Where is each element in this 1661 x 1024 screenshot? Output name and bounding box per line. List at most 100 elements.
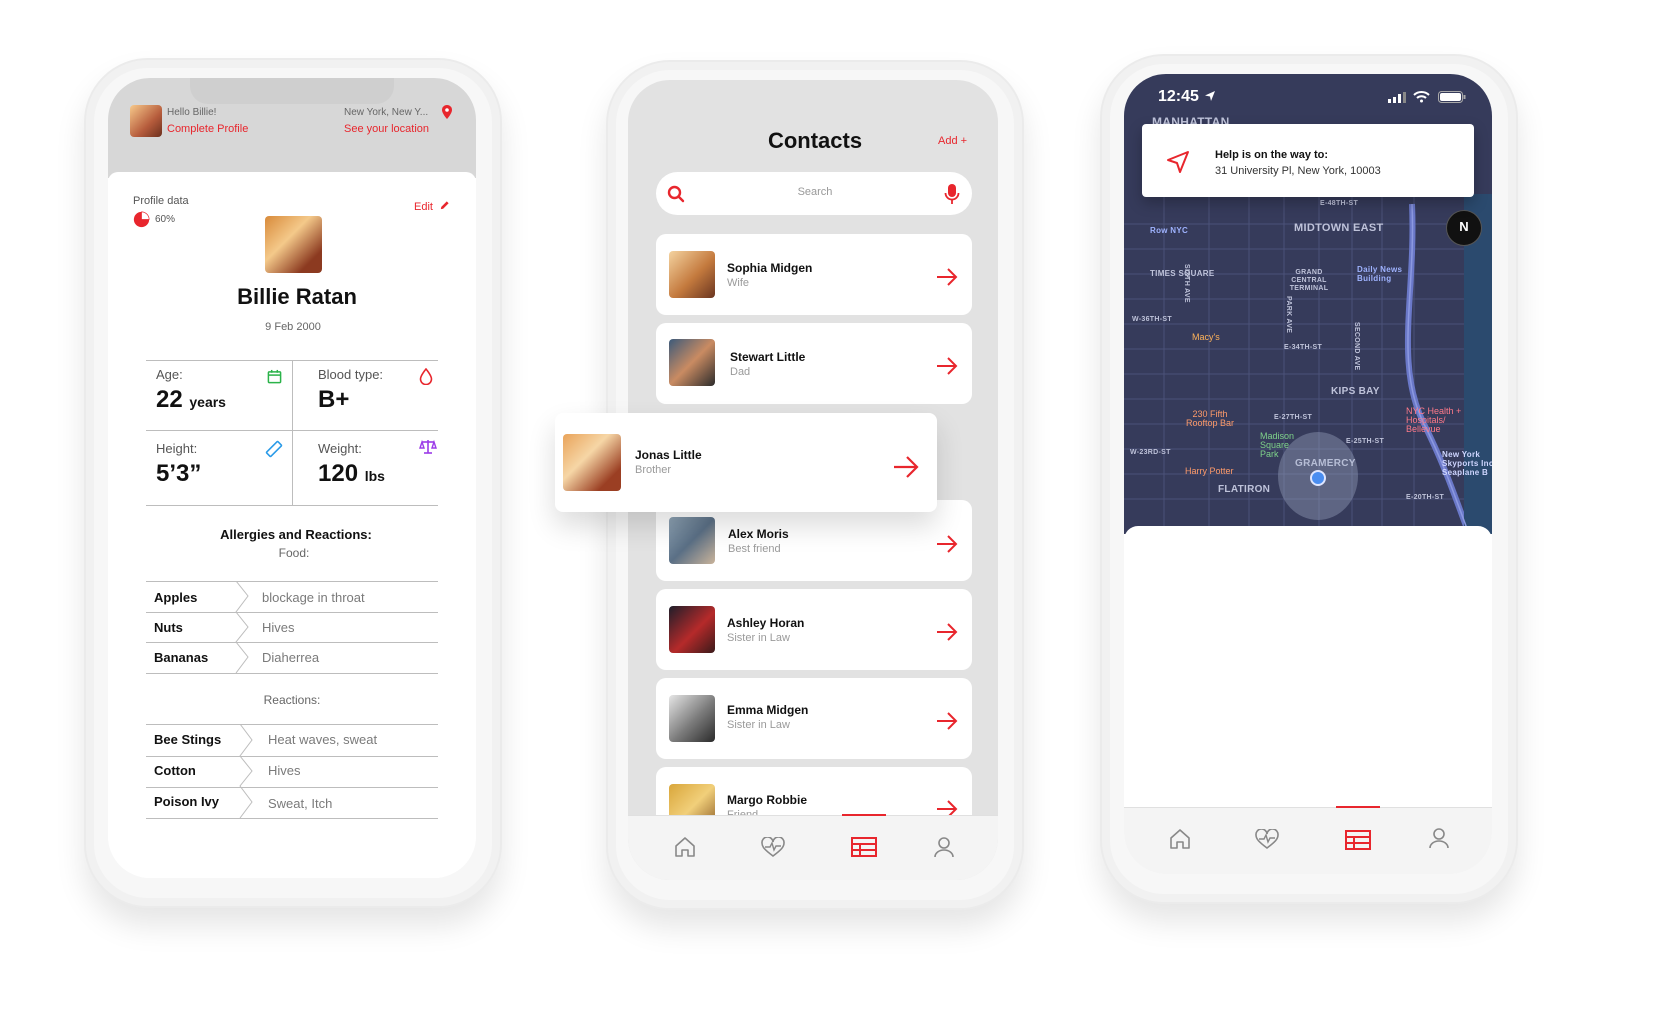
map-label-daily-news: Daily News Building [1357, 265, 1403, 283]
pencil-icon[interactable] [439, 200, 450, 211]
food-item-2: Bananas [154, 650, 209, 665]
contact-relation-1: Dad [730, 366, 751, 378]
location-arrow-icon [1205, 91, 1215, 101]
food-reaction-0: blockage in throat [262, 590, 365, 605]
user-avatar[interactable] [130, 105, 162, 137]
map-label-flatiron: FLATIRON [1218, 484, 1271, 495]
table-icon[interactable] [1345, 830, 1371, 850]
location-pin-icon[interactable] [441, 105, 453, 119]
add-contact-button[interactable]: Add + [938, 135, 967, 147]
location-text: New York, New Y... [344, 107, 429, 118]
height-value: 5’3” [156, 460, 202, 487]
age-label: Age: [156, 367, 183, 382]
reaction-value-2: Sweat, Itch [268, 796, 333, 811]
food-line-2 [146, 642, 438, 643]
user-icon[interactable] [934, 836, 954, 858]
contact-name-0: Sophia Midgen [727, 261, 813, 275]
calendar-icon [267, 369, 282, 384]
map-label-e34: E-34TH-ST [1284, 344, 1323, 351]
contact-relation-2: Brother [635, 464, 672, 476]
arrow-right-icon[interactable] [936, 357, 958, 375]
weight-number: 120 [318, 460, 359, 487]
complete-profile-link[interactable]: Complete Profile [167, 123, 248, 135]
map-label-park-ave: PARK AVE [1285, 296, 1292, 334]
notch [190, 78, 394, 104]
map-label-macys: Macy's [1192, 332, 1220, 342]
contact-relation-0: Wife [727, 277, 749, 289]
ruler-icon [265, 440, 283, 458]
food-item-0: Apples [154, 590, 198, 605]
contact-avatar-3 [669, 517, 715, 564]
age-number: 22 [156, 386, 183, 413]
food-line-0 [146, 581, 438, 582]
user-icon[interactable] [1429, 827, 1449, 849]
reaction-item-1: Cotton [154, 763, 196, 778]
reaction-line-2 [146, 787, 438, 788]
home-icon[interactable] [1169, 828, 1191, 850]
edit-button[interactable]: Edit [414, 201, 433, 213]
arrow-right-icon[interactable] [936, 623, 958, 641]
age-unit: years [189, 394, 226, 410]
arrow-right-icon[interactable] [936, 712, 958, 730]
map-label-rooftop: 230 Fifth Rooftop Bar [1185, 409, 1235, 428]
map-label-kips-bay: KIPS BAY [1331, 386, 1380, 397]
microphone-icon[interactable] [944, 183, 960, 205]
map-label-harry-potter: Harry Potter [1185, 466, 1234, 476]
progress-percent: 60% [155, 214, 176, 225]
map-label-e20: E-20TH-ST [1406, 494, 1445, 501]
map-label-second-ave: SECOND AVE [1353, 322, 1360, 371]
blood-value: B+ [318, 386, 350, 413]
map-label-grand-central: GRAND CENTRAL TERMINAL [1289, 269, 1329, 292]
food-line-3 [146, 673, 438, 674]
map-label-w23: W-23RD-ST [1130, 449, 1171, 456]
contact-name-2: Jonas Little [635, 448, 702, 462]
food-line-1 [146, 612, 438, 613]
contact-avatar-0 [669, 251, 715, 298]
contact-avatar-2 [563, 434, 621, 491]
weight-value: 120 lbs [318, 460, 385, 488]
height-label: Height: [156, 441, 198, 456]
reaction-line-0 [146, 724, 438, 725]
arrow-right-icon[interactable] [936, 535, 958, 553]
contact-avatar-1 [669, 339, 715, 386]
contact-relation-5: Sister in Law [727, 719, 790, 731]
reactions-label: Reactions: [263, 693, 321, 707]
table-icon[interactable] [851, 837, 877, 857]
status-time: 12:45 [1158, 88, 1199, 105]
weight-label: Weight: [318, 441, 362, 456]
heart-pulse-icon[interactable] [761, 837, 785, 857]
contact-name-5: Emma Midgen [727, 703, 809, 717]
reaction-item-0: Bee Stings [154, 732, 222, 747]
reaction-chevron-divider [239, 724, 253, 818]
profile-screen: Hello Billie! Complete Profile New York,… [108, 78, 476, 878]
help-title: Help is on the way to: [1215, 149, 1329, 161]
greeting-text: Hello Billie! [167, 107, 217, 118]
map-label-e48: E-48TH-ST [1320, 200, 1359, 207]
reaction-line-1 [146, 756, 438, 757]
reaction-item-2: Poison Ivy [154, 794, 220, 809]
signal-icon [1388, 92, 1406, 103]
battery-icon [1438, 91, 1466, 103]
contact-name-6: Margo Robbie [727, 793, 807, 807]
map-label-e25: E-25TH-ST [1346, 438, 1385, 445]
map-label-row-nyc: Row NYC [1150, 226, 1189, 235]
profile-data-label: Profile data [133, 195, 189, 207]
profile-photo [265, 216, 322, 273]
active-tab-indicator [842, 814, 886, 816]
compass-label: N [1459, 219, 1469, 234]
search-input[interactable]: Search [628, 186, 998, 198]
arrow-right-icon[interactable] [893, 456, 919, 478]
bottom-sheet [1124, 526, 1492, 816]
see-location-link[interactable]: See your location [344, 123, 429, 135]
arrow-right-icon[interactable] [936, 268, 958, 286]
food-label: Food: [278, 546, 310, 560]
allergies-title: Allergies and Reactions: [220, 527, 372, 542]
contact-name-4: Ashley Horan [727, 616, 805, 630]
heart-pulse-icon[interactable] [1255, 829, 1279, 849]
contact-relation-4: Sister in Law [727, 632, 790, 644]
current-location-dot[interactable] [1310, 470, 1326, 486]
active-tab-indicator [1336, 806, 1380, 808]
home-icon[interactable] [674, 836, 696, 858]
age-value: 22 years [156, 386, 226, 414]
map-label-nyc-health: NYC Health + Hospitals/ Bellevue [1406, 406, 1462, 434]
